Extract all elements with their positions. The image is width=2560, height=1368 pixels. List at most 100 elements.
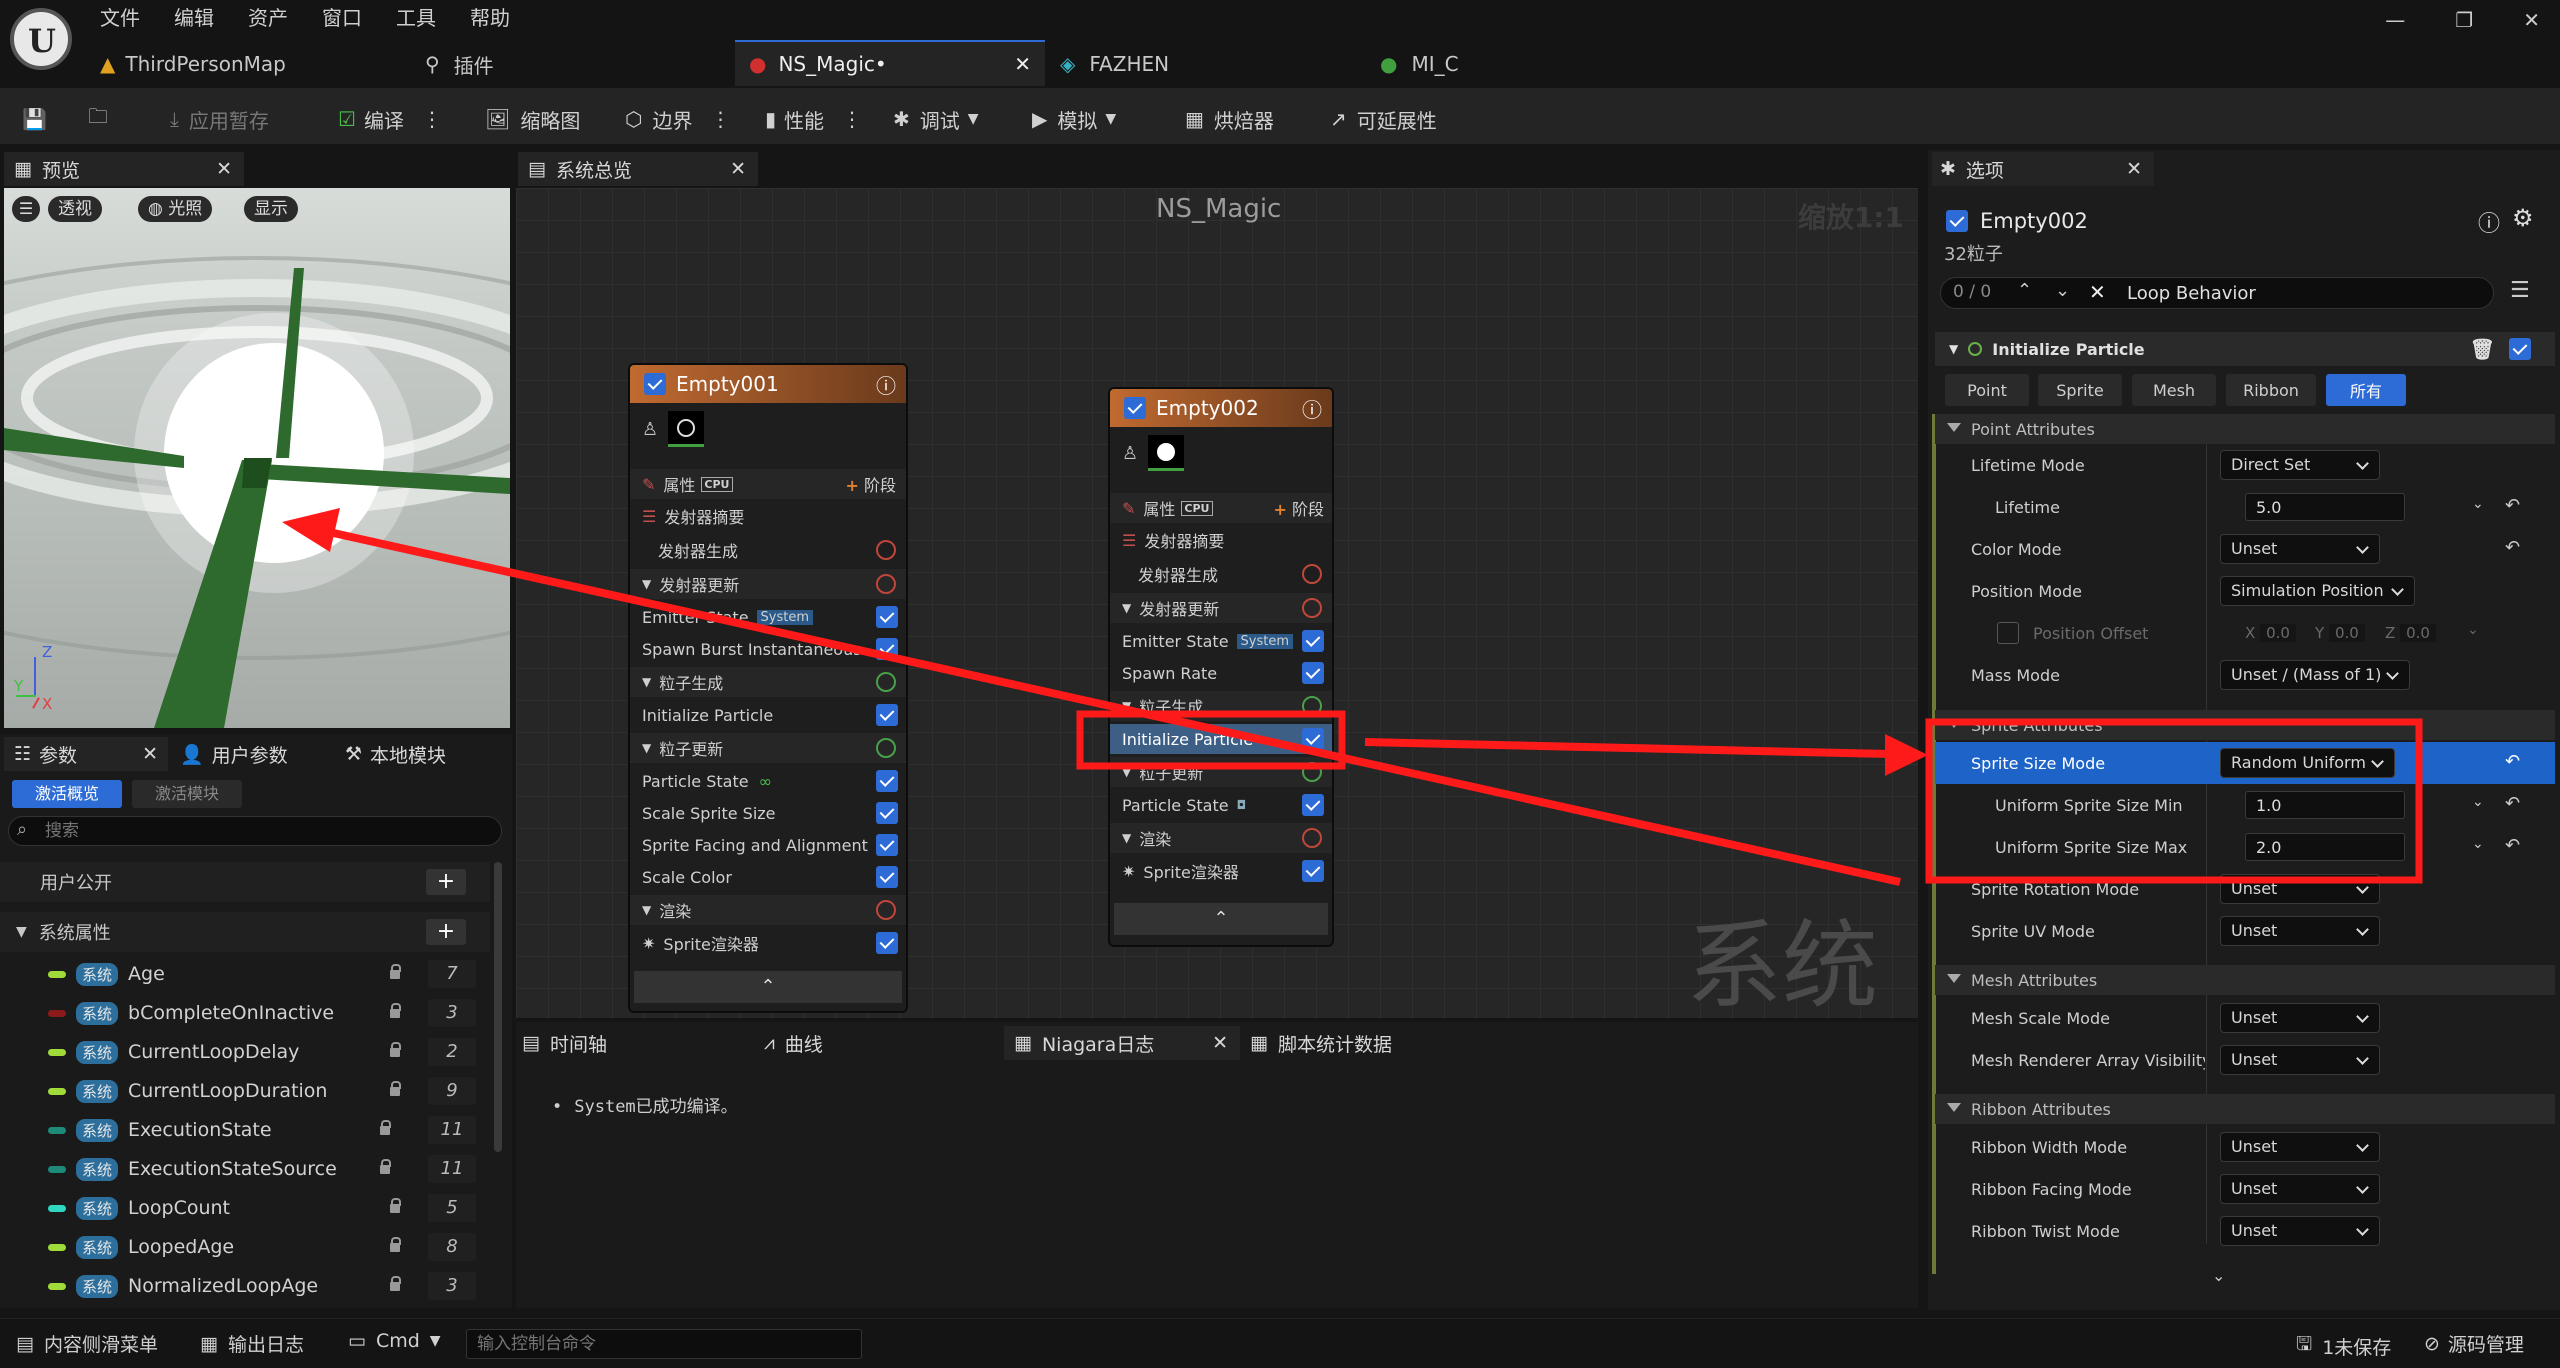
console-input[interactable] xyxy=(466,1329,862,1359)
tab-fazhen[interactable]: ◈ FAZHEN xyxy=(1060,44,1360,84)
param-search-box[interactable]: ⌕ xyxy=(8,816,502,846)
preview-viewport[interactable]: ☰ 透视 ◍ 光照 显示 Z Y X xyxy=(4,188,510,728)
node-row-selected[interactable]: Initialize Particle xyxy=(1110,724,1332,754)
properties-row[interactable]: ✎ 属性 CPU + 阶段 xyxy=(630,469,906,499)
node-row[interactable]: Spawn Burst Instantaneous xyxy=(630,634,906,664)
node-row[interactable]: Particle State ◘ xyxy=(1110,790,1332,820)
save-button[interactable]: 💾 xyxy=(22,94,62,144)
node-row[interactable]: ▼ 粒子更新 xyxy=(1110,757,1332,787)
node-header[interactable]: Empty002 ⓘ xyxy=(1110,389,1332,427)
row-checkbox[interactable] xyxy=(876,802,898,824)
ribbon-width-mode-dropdown[interactable]: Unset xyxy=(2220,1132,2380,1162)
add-module-icon[interactable] xyxy=(876,540,896,560)
tab-curves[interactable]: ⩘ 曲线 xyxy=(764,1026,964,1060)
section-sprite-attributes[interactable]: Sprite Attributes xyxy=(1935,710,2555,740)
thumbnail-button[interactable]: 🖼 缩略图 xyxy=(485,94,580,144)
tab-script-stats[interactable]: ▦ 脚本统计数据 xyxy=(1250,1026,1510,1060)
node-row[interactable]: Scale Color xyxy=(630,862,906,892)
tab-details[interactable]: ✱ 选项 ✕ xyxy=(1932,152,2154,186)
simulate-button[interactable]: ▶ 模拟 ▼ xyxy=(1032,94,1116,144)
node-row[interactable]: ▼ 发射器更新 xyxy=(1110,593,1332,623)
row-checkbox[interactable] xyxy=(1302,662,1324,684)
preview-tab[interactable]: ▦ 预览 ✕ xyxy=(4,152,244,186)
add-stage-button[interactable]: + 阶段 xyxy=(1273,496,1324,520)
unreal-logo-icon[interactable]: U xyxy=(10,8,72,70)
sprite-rotation-mode-dropdown[interactable]: Unset xyxy=(2220,874,2380,904)
param-row[interactable]: 系统 CurrentLoopDelay 2 xyxy=(0,1033,500,1071)
param-scrollbar[interactable] xyxy=(494,862,502,1152)
filter-point[interactable]: Point xyxy=(1945,374,2029,406)
add-module-icon[interactable] xyxy=(876,672,896,692)
perspective-button[interactable]: 透视 xyxy=(48,196,102,222)
node-row[interactable]: ▼ 粒子生成 xyxy=(1110,691,1332,721)
menu-window[interactable]: 窗口 xyxy=(322,2,362,34)
collapse-node-button[interactable]: ⌃ xyxy=(1114,903,1328,935)
node-enable-checkbox[interactable] xyxy=(1124,397,1146,419)
tab-system-overview[interactable]: ▤ 系统总览 ✕ xyxy=(518,152,758,186)
search-input[interactable] xyxy=(45,819,485,843)
mesh-scale-mode-dropdown[interactable]: Unset xyxy=(2220,1003,2380,1033)
menu-tools[interactable]: 工具 xyxy=(396,2,436,34)
emitter-enable-checkbox[interactable] xyxy=(1946,210,1968,232)
section-point-attributes[interactable]: Point Attributes xyxy=(1935,414,2555,444)
param-row[interactable]: 系统 ExecutionStateSource 11 xyxy=(0,1150,500,1188)
info-icon[interactable]: ⓘ xyxy=(2478,206,2500,238)
bounds-button[interactable]: ⬡ 边界 ⋮ xyxy=(625,94,730,144)
tab-timeline[interactable]: ▤ 时间轴 xyxy=(522,1026,722,1060)
add-module-icon[interactable] xyxy=(876,574,896,594)
position-mode-dropdown[interactable]: Simulation Position xyxy=(2220,576,2415,606)
content-drawer-button[interactable]: ▤ 内容侧滑菜单 xyxy=(16,1330,158,1357)
node-row[interactable]: Sprite Facing and Alignment xyxy=(630,830,906,860)
tab-local-modules[interactable]: ⚒ 本地模块 xyxy=(345,737,505,771)
menu-help[interactable]: 帮助 xyxy=(470,2,510,34)
node-row[interactable]: ☰ 发射器摘要 xyxy=(1110,525,1332,555)
thumbnail-icon[interactable] xyxy=(1148,435,1184,471)
tab-niagara-log[interactable]: ▦ Niagara日志 ✕ xyxy=(1004,1026,1240,1060)
properties-row[interactable]: ✎ 属性 CPU + 阶段 xyxy=(1110,493,1332,523)
close-tab-icon[interactable]: ✕ xyxy=(1014,52,1031,76)
more-icon[interactable]: ⋮ xyxy=(842,107,862,131)
reset-icon[interactable]: ↶ xyxy=(2505,753,2527,771)
details-search-box[interactable]: 0 / 0 ⌃ ⌄ ✕ xyxy=(1940,277,2494,309)
tab-thirdpersonmap[interactable]: ▲ ThirdPersonMap xyxy=(100,44,400,84)
add-module-icon[interactable] xyxy=(1302,696,1322,716)
node-row[interactable]: ▼ 粒子更新 xyxy=(630,733,906,763)
close-window-icon[interactable]: ✕ xyxy=(2523,8,2540,32)
sprite-size-mode-dropdown[interactable]: Random Uniform xyxy=(2220,748,2395,778)
add-system-param-button[interactable]: + xyxy=(426,919,466,945)
mesh-vis-mode-dropdown[interactable]: Unset xyxy=(2220,1045,2380,1075)
close-tab-icon[interactable]: ✕ xyxy=(1212,1032,1228,1054)
node-row[interactable]: ▼ 发射器更新 xyxy=(630,569,906,599)
add-user-param-button[interactable]: + xyxy=(426,869,466,895)
chevron-down-icon[interactable]: ⌄ xyxy=(2472,794,2484,810)
viewport-menu-button[interactable]: ☰ xyxy=(12,196,40,222)
node-row[interactable]: ▼ 粒子生成 xyxy=(630,667,906,697)
node-row[interactable]: ▼ 渲染 xyxy=(630,895,906,925)
ribbon-twist-mode-dropdown[interactable]: Unset xyxy=(2220,1216,2380,1246)
section-ribbon-attributes[interactable]: Ribbon Attributes xyxy=(1935,1094,2555,1124)
filter-mesh[interactable]: Mesh xyxy=(2132,374,2216,406)
close-tab-icon[interactable]: ✕ xyxy=(730,158,746,180)
row-checkbox[interactable] xyxy=(876,704,898,726)
compile-button[interactable]: ☑ 编译 ⋮ xyxy=(338,94,442,144)
node-row[interactable]: 发射器生成 xyxy=(1110,559,1332,589)
tab-user-params[interactable]: 👤 用户参数 xyxy=(180,737,330,771)
performance-button[interactable]: ▮ 性能 ⋮ xyxy=(765,94,862,144)
prev-result-icon[interactable]: ⌃ xyxy=(2017,280,2032,301)
position-offset-checkbox[interactable] xyxy=(1997,622,2019,644)
node-row[interactable]: Emitter State System xyxy=(1110,626,1332,656)
row-checkbox[interactable] xyxy=(876,770,898,792)
clear-search-icon[interactable]: ✕ xyxy=(2089,280,2106,304)
system-attributes-row[interactable]: ▼ 系统属性 + xyxy=(0,912,490,952)
sprite-uv-mode-dropdown[interactable]: Unset xyxy=(2220,916,2380,946)
uniform-min-input[interactable] xyxy=(2245,791,2405,819)
node-row[interactable]: ▼ 渲染 xyxy=(1110,823,1332,853)
show-button[interactable]: 显示 xyxy=(244,196,298,222)
mass-mode-dropdown[interactable]: Unset / (Mass of 1) xyxy=(2220,660,2410,690)
info-icon[interactable]: ⓘ xyxy=(876,370,896,399)
node-row[interactable]: Spawn Rate xyxy=(1110,658,1332,688)
menu-edit[interactable]: 编辑 xyxy=(174,2,214,34)
param-row[interactable]: 系统 LoopCount 5 xyxy=(0,1189,500,1227)
emitter-node-empty001[interactable]: Empty001 ⓘ ♙ ✎ 属性 CPU + 阶段 ☰ 发射器摘要 发射器生成 … xyxy=(628,363,908,1013)
param-row[interactable]: 系统 bCompleteOnInactive 3 xyxy=(0,994,500,1032)
